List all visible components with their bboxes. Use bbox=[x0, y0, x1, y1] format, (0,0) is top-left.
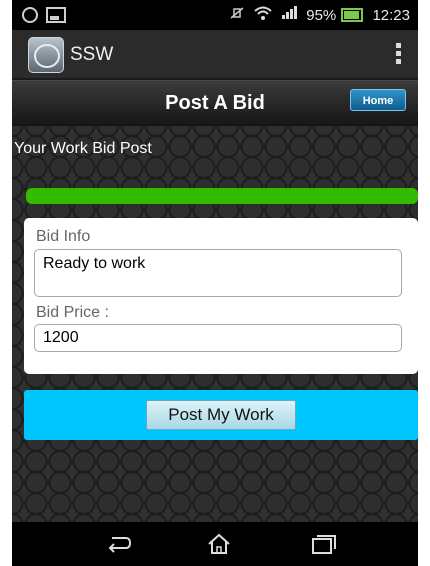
action-bar: SSW bbox=[12, 30, 418, 78]
status-bar: 95% 12:23 bbox=[12, 0, 418, 30]
post-my-work-button[interactable]: Post My Work bbox=[146, 400, 296, 430]
back-icon[interactable] bbox=[104, 532, 134, 556]
bid-price-input[interactable]: 1200 bbox=[34, 324, 402, 352]
content-area: Your Work Bid Post Bid Info Ready to wor… bbox=[12, 126, 418, 522]
clock: 12:23 bbox=[372, 6, 410, 24]
phone-screen: 95% 12:23 SSW Post A Bid Home Your Work … bbox=[12, 0, 418, 566]
vibrate-icon bbox=[229, 7, 249, 24]
app-title: SSW bbox=[70, 44, 114, 65]
app-logo-icon[interactable] bbox=[28, 37, 64, 73]
wifi-icon bbox=[254, 6, 276, 24]
bid-info-input[interactable]: Ready to work bbox=[34, 249, 402, 297]
signal-icon bbox=[281, 6, 301, 24]
recent-apps-icon[interactable] bbox=[308, 532, 338, 556]
home-icon[interactable] bbox=[204, 532, 234, 556]
status-icons: 95% 12:23 bbox=[224, 6, 410, 24]
bid-info-label: Bid Info bbox=[36, 228, 91, 245]
battery-percent: 95% bbox=[306, 6, 337, 24]
progress-bar bbox=[26, 188, 418, 204]
overflow-menu-icon[interactable] bbox=[396, 43, 402, 67]
navigation-bar bbox=[12, 522, 418, 566]
bid-price-label: Bid Price : bbox=[36, 304, 109, 321]
notification-icons bbox=[22, 6, 66, 24]
image-icon bbox=[46, 7, 66, 24]
section-title: Your Work Bid Post bbox=[14, 140, 152, 157]
battery-icon bbox=[341, 8, 364, 23]
home-button[interactable]: Home bbox=[350, 89, 406, 111]
bid-form: Bid Info Ready to work Bid Price : 1200 bbox=[24, 218, 418, 374]
post-panel: Post My Work bbox=[24, 390, 418, 440]
sync-icon bbox=[22, 7, 38, 24]
page-header: Post A Bid Home bbox=[12, 80, 418, 127]
